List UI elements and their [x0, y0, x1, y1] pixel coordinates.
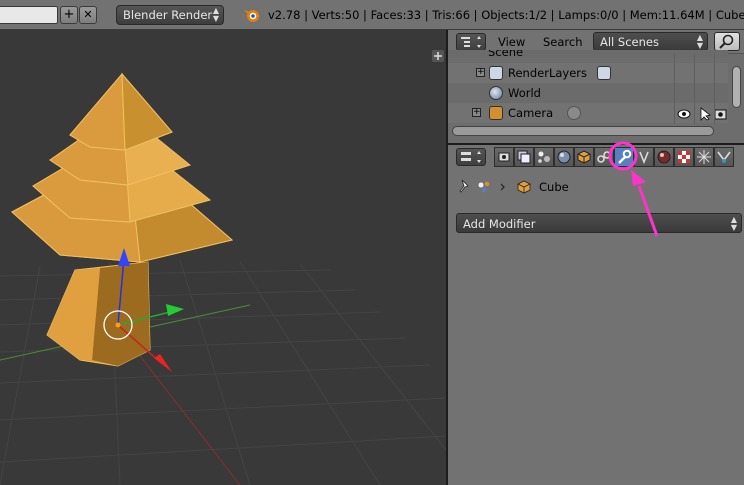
- properties-icon: [461, 151, 481, 163]
- 3d-viewport[interactable]: [0, 30, 446, 485]
- outliner-row-scene[interactable]: Scene: [448, 50, 728, 58]
- tab-modifiers[interactable]: [614, 147, 634, 167]
- cube-mesh-foliage[interactable]: [11, 72, 234, 263]
- outliner-editor: View Search All Scenes ▲ ▼ Scene + Render…: [448, 30, 744, 143]
- dropdown-arrows-icon: ▲ ▼: [730, 215, 737, 232]
- column-divider: [694, 54, 695, 124]
- scene-statistics: v2.78 | Verts:50 | Faces:33 | Tris:66 | …: [268, 8, 744, 22]
- material-icon: [657, 150, 671, 164]
- modifier-wrench-icon: [618, 149, 632, 164]
- properties-editor: Cube Add Modifier ▲ ▼: [448, 145, 744, 485]
- render-icon: [498, 152, 510, 162]
- tab-scene[interactable]: [534, 147, 554, 167]
- outliner-item-label: World: [508, 86, 541, 100]
- blender-logo-icon: [244, 10, 259, 22]
- tab-render-layers[interactable]: [514, 147, 534, 167]
- add-scene-button[interactable]: +: [60, 6, 78, 24]
- search-button[interactable]: [714, 32, 740, 51]
- display-mode-dropdown[interactable]: All Scenes ▲ ▼: [593, 32, 708, 51]
- eye-icon: [677, 109, 691, 119]
- menu-search[interactable]: Search: [543, 35, 583, 49]
- dropdown-arrows-icon: ▲ ▼: [212, 6, 219, 23]
- physics-icon: [717, 151, 731, 163]
- outliner-item-label: Camera: [508, 106, 554, 120]
- tab-material[interactable]: [654, 147, 674, 167]
- pin-icon: [459, 179, 469, 193]
- render-layers-icon: [517, 150, 531, 164]
- outliner-item-label: RenderLayers: [508, 66, 587, 80]
- column-divider: [674, 54, 675, 124]
- cursor-icon: [700, 107, 711, 121]
- render-engine-dropdown[interactable]: Blender Render ▲ ▼: [116, 5, 224, 25]
- renderlayers-icon: [489, 66, 503, 80]
- restriction-toggles[interactable]: [676, 107, 728, 121]
- context-path-icons: [459, 179, 531, 194]
- dropdown-arrows-icon: ▲ ▼: [696, 33, 703, 50]
- tab-particles[interactable]: [694, 147, 714, 167]
- display-mode-label: All Scenes: [600, 35, 659, 49]
- outliner-icon: [461, 36, 481, 48]
- tab-render[interactable]: [494, 147, 514, 167]
- context-object-name: Cube: [539, 180, 569, 194]
- scene-icon: [538, 151, 550, 163]
- add-modifier-label: Add Modifier: [463, 217, 536, 231]
- column-divider: [714, 54, 715, 124]
- chevron-right-icon: [500, 183, 505, 191]
- camera-data-icon: [567, 106, 581, 120]
- search-icon: [719, 34, 734, 49]
- constraints-icon: [597, 151, 611, 163]
- viewport-properties-toggle-icon[interactable]: [432, 50, 444, 62]
- menu-view[interactable]: View: [498, 35, 525, 49]
- outliner-row-world[interactable]: World: [448, 83, 728, 103]
- camera-render-icon: [714, 109, 727, 120]
- context-path: Cube: [456, 178, 569, 196]
- outliner-row-renderlayers[interactable]: + RenderLayers: [448, 63, 728, 83]
- tab-world[interactable]: [554, 147, 574, 167]
- tab-data[interactable]: [634, 147, 654, 167]
- editor-type-button[interactable]: [456, 33, 486, 51]
- tab-physics[interactable]: [714, 147, 734, 167]
- cube-mesh-trunk[interactable]: [46, 261, 151, 367]
- info-header: + ✕ Blender Render ▲ ▼ v2.78 | Verts:50 |…: [0, 0, 744, 30]
- cube-object-icon: [517, 180, 531, 194]
- add-modifier-dropdown[interactable]: Add Modifier ▲ ▼: [456, 213, 742, 233]
- render-layer-icon: [597, 66, 611, 80]
- camera-object-icon: [489, 106, 503, 120]
- properties-header: [448, 145, 744, 171]
- outliner-horizontal-scrollbar[interactable]: [452, 126, 714, 136]
- texture-icon: [678, 151, 690, 163]
- world-icon: [557, 150, 571, 164]
- particles-icon: [697, 150, 711, 164]
- render-engine-label: Blender Render: [123, 8, 213, 22]
- outliner-vertical-scrollbar[interactable]: [732, 66, 741, 108]
- scene-icon: [477, 181, 490, 193]
- object-icon: [577, 150, 591, 164]
- tab-object[interactable]: [574, 147, 594, 167]
- editor-type-button[interactable]: [456, 148, 486, 166]
- expand-toggle-icon[interactable]: +: [476, 68, 485, 77]
- world-icon: [489, 86, 503, 100]
- scene-name-field[interactable]: [0, 6, 58, 24]
- outliner-item-label: Scene: [488, 50, 524, 58]
- properties-tab-bar: [494, 147, 734, 167]
- delete-scene-button[interactable]: ✕: [79, 6, 97, 24]
- viewport-canvas[interactable]: [0, 30, 446, 485]
- tab-constraints[interactable]: [594, 147, 614, 167]
- tab-texture[interactable]: [674, 147, 694, 167]
- data-icon: [639, 151, 649, 165]
- expand-toggle-icon[interactable]: +: [472, 108, 481, 117]
